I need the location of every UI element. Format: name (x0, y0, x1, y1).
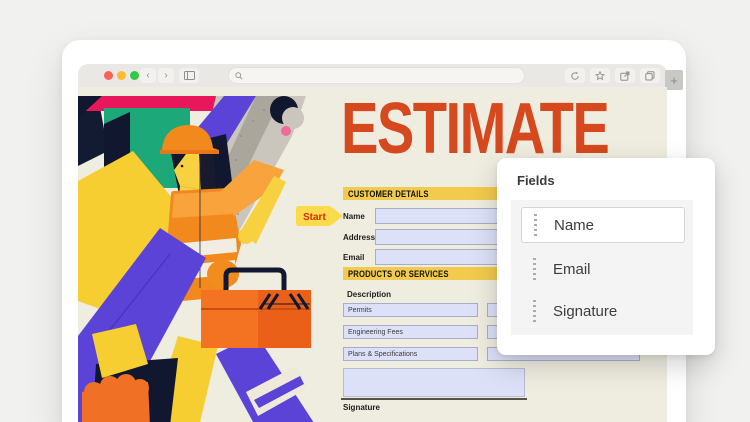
zoom-window-button[interactable] (130, 71, 139, 80)
browser-toolbar: ‹ › (78, 64, 667, 87)
tab-overview-button[interactable] (640, 68, 660, 83)
close-window-button[interactable] (104, 71, 113, 80)
fields-panel: Fields Name Email Signature (497, 158, 715, 355)
start-tag: Start (295, 203, 345, 229)
page-title: ESTIMATE (341, 95, 608, 163)
share-icon (620, 71, 630, 81)
refresh-icon (570, 71, 580, 81)
star-icon (595, 71, 605, 81)
name-label: Name (343, 212, 365, 221)
forward-icon: › (164, 71, 167, 81)
field-item-email[interactable]: Email (521, 252, 685, 286)
search-icon (235, 72, 243, 80)
minimize-window-button[interactable] (117, 71, 126, 80)
bookmark-button[interactable] (590, 68, 610, 83)
field-item-signature[interactable]: Signature (521, 294, 685, 328)
signature-label: Signature (343, 403, 380, 412)
back-button[interactable]: ‹ (140, 68, 156, 83)
field-item-name[interactable]: Name (521, 207, 685, 243)
signature-underline (341, 398, 527, 400)
sidebar-button[interactable] (179, 68, 199, 83)
plus-icon: + (670, 73, 678, 88)
tabs-icon (645, 71, 655, 81)
address-input[interactable] (243, 71, 513, 81)
construction-worker-illustration (78, 87, 318, 422)
signature-field[interactable] (343, 368, 525, 397)
product-row-description[interactable]: Plans & Specifications (343, 347, 478, 361)
description-column-header: Description (347, 290, 391, 299)
desktop-background: ‹ › (0, 0, 750, 422)
start-tag-label: Start (303, 212, 326, 223)
fields-panel-title: Fields (517, 173, 555, 188)
drag-handle-icon[interactable] (533, 300, 536, 322)
email-label: Email (343, 253, 364, 262)
forward-button[interactable]: › (158, 68, 174, 83)
product-row-description[interactable]: Engineering Fees (343, 325, 478, 339)
product-row-description[interactable]: Permits (343, 303, 478, 317)
fields-panel-list: Name Email Signature (511, 200, 693, 335)
back-icon: ‹ (146, 71, 149, 81)
address-bar[interactable] (228, 67, 525, 84)
sidebar-icon (184, 71, 195, 80)
drag-handle-icon[interactable] (533, 258, 536, 280)
new-tab-button[interactable]: + (665, 70, 683, 90)
address-label: Address (343, 233, 375, 242)
share-button[interactable] (615, 68, 635, 83)
drag-handle-icon[interactable] (534, 214, 537, 236)
refresh-button[interactable] (565, 68, 585, 83)
